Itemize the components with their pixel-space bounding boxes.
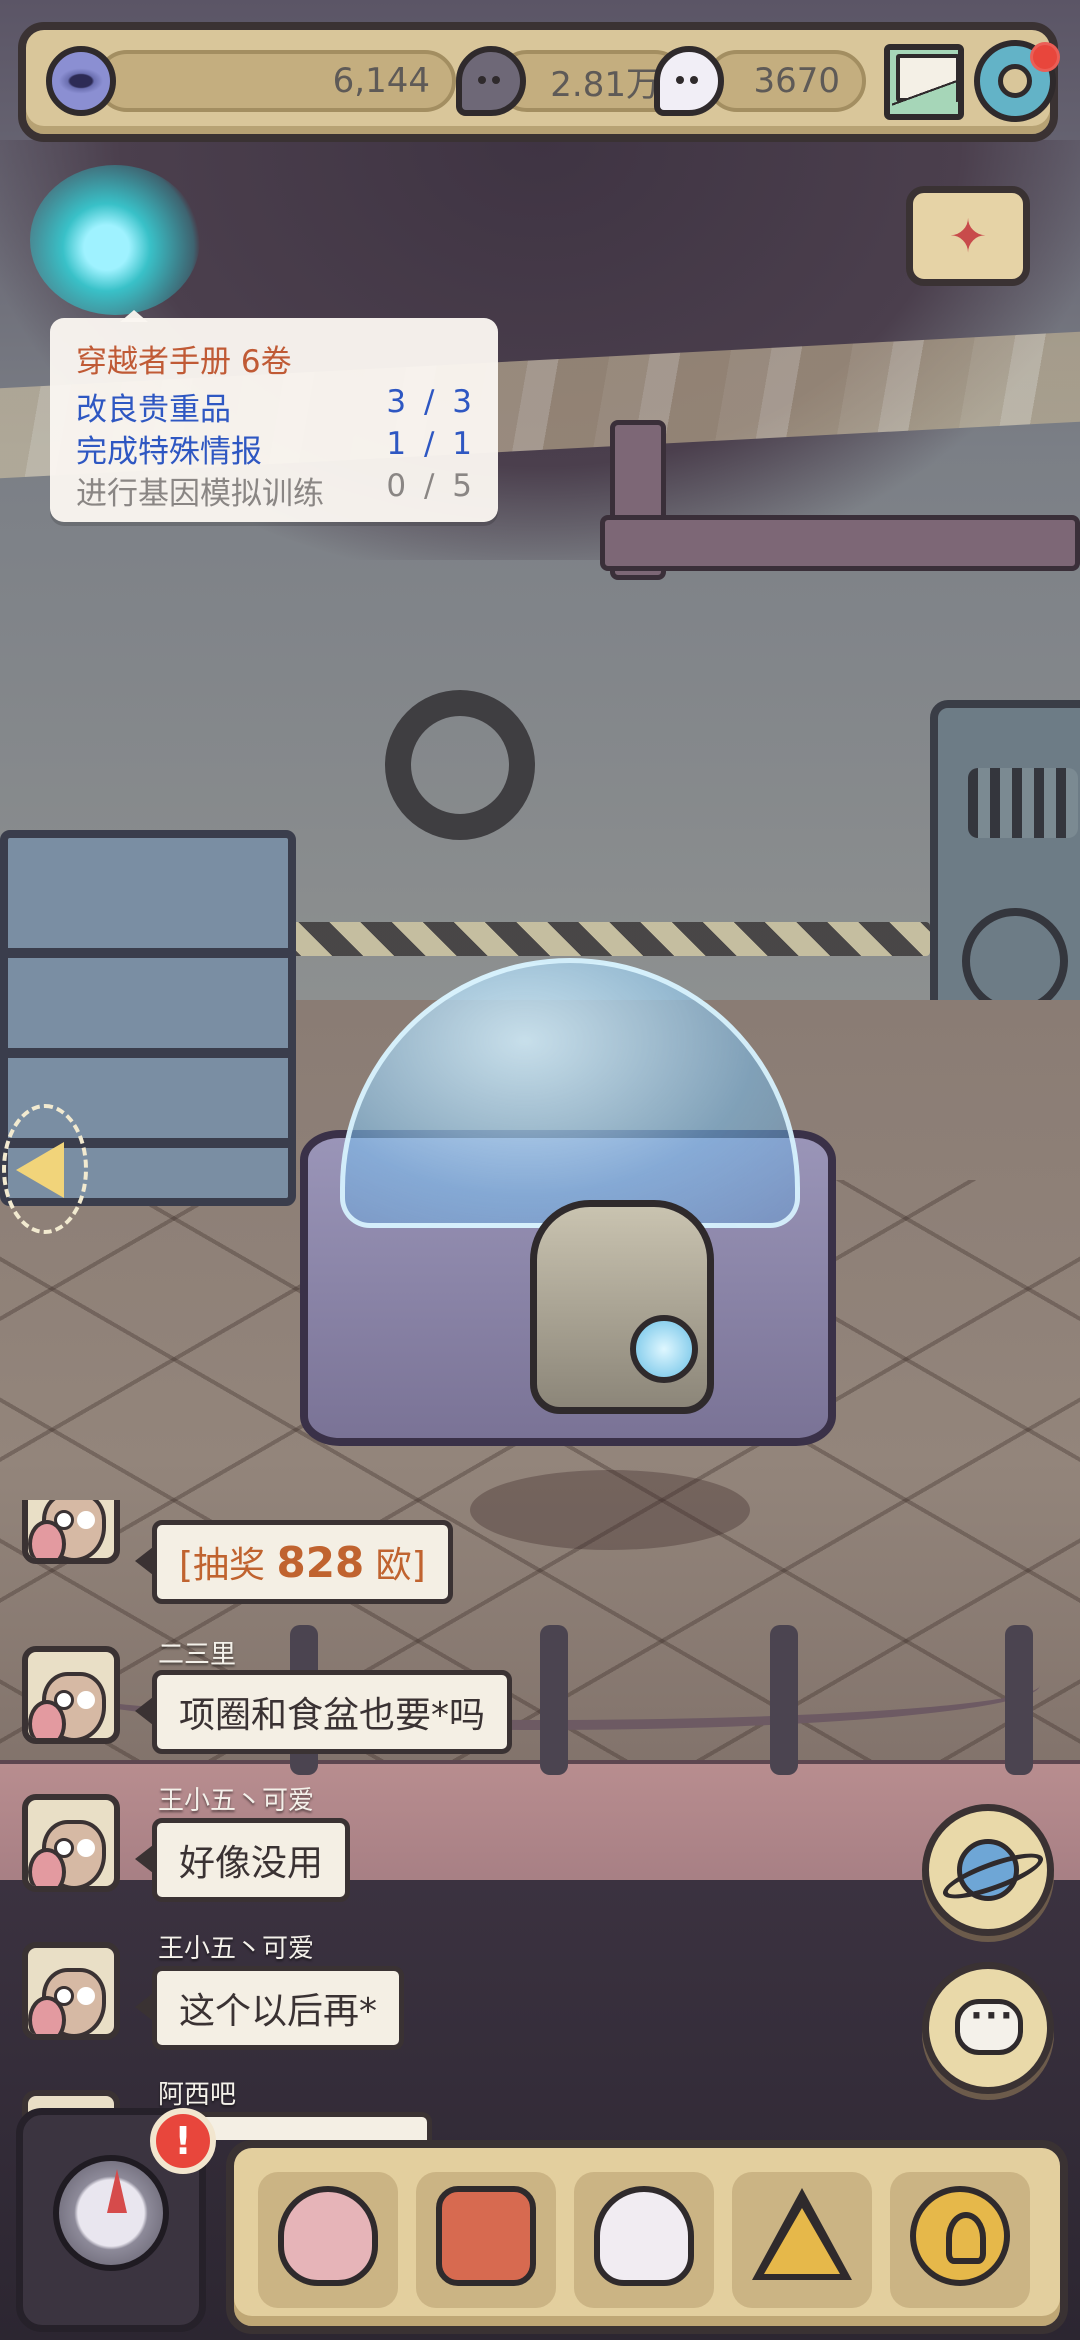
resource-bar: 6,144 2.81万 3670 xyxy=(18,22,1060,142)
pipe xyxy=(600,515,1080,571)
eye-icon xyxy=(46,46,116,116)
snail-icon xyxy=(278,2186,378,2286)
gear-icon[interactable] xyxy=(974,40,1060,122)
quest-task-progress: 3 / 3 xyxy=(386,384,476,420)
chat-text: 好像没用 xyxy=(179,1843,324,1884)
light-bubble-icon xyxy=(654,46,724,116)
eye-currency-pill[interactable]: 6,144 xyxy=(96,50,456,112)
alert-badge: ! xyxy=(150,2108,216,2174)
quest-task: 完成特殊情报 1 / 1 xyxy=(76,426,476,471)
hanging-tire xyxy=(385,690,535,840)
chat-bubble: 这个以后再* xyxy=(134,1966,405,2050)
quest-task: 改良贵重品 3 / 3 xyxy=(76,384,476,429)
quest-title: 穿越者手册 6卷 xyxy=(76,344,292,380)
guide-ghost-icon[interactable] xyxy=(30,165,200,315)
quest-task-progress: 1 / 1 xyxy=(386,426,476,462)
chat-username: 王小五丶可爱 xyxy=(158,1934,315,1964)
quest-tracker[interactable]: 穿越者手册 6卷 改良贵重品 3 / 3 完成特殊情报 1 / 1 进行基因模拟… xyxy=(50,310,498,522)
shelf-board xyxy=(8,1048,288,1058)
chat-currency-value: 3670 xyxy=(753,61,840,101)
compass-icon xyxy=(53,2155,169,2271)
party-popper-icon[interactable]: ✦ xyxy=(906,186,1030,286)
dock-snail-button[interactable] xyxy=(258,2172,398,2308)
lottery-text: [抽奖 828 欧] xyxy=(179,1538,426,1587)
robot-eye xyxy=(630,1315,698,1383)
robot-character[interactable] xyxy=(530,1200,714,1414)
avatar[interactable] xyxy=(22,1500,120,1564)
bubble-currency-value: 2.81万 xyxy=(550,64,660,105)
planet-icon xyxy=(957,1839,1019,1901)
bottom-dock xyxy=(226,2140,1068,2334)
avatar[interactable] xyxy=(22,1646,120,1744)
chat-username: 阿西吧 xyxy=(158,2080,237,2110)
shell-icon xyxy=(28,1996,66,2034)
chat-text: 项圈和食盆也要*吗 xyxy=(179,1695,486,1736)
shell-icon xyxy=(28,1520,66,1558)
quest-task-label: 进行基因模拟训练 xyxy=(76,476,324,512)
coin-key-icon xyxy=(910,2186,1010,2286)
scroll-left-arrow-icon[interactable] xyxy=(2,1104,88,1234)
avatar[interactable] xyxy=(22,1942,120,2040)
door-wheel xyxy=(962,908,1068,1014)
quest-task-progress: 0 / 5 xyxy=(386,468,476,504)
chat-bubble: 项圈和食盆也要*吗 xyxy=(134,1670,513,1754)
chat-username: 王小五丶可爱 xyxy=(158,1786,315,1816)
eye-currency-value: 6,144 xyxy=(332,61,430,101)
chat-bubble: [抽奖 828 欧] xyxy=(135,1520,453,1604)
dock-backpack-button[interactable] xyxy=(416,2172,556,2308)
dark-bubble-icon xyxy=(456,46,526,116)
quest-task-label: 完成特殊情报 xyxy=(76,434,262,470)
barrier-post xyxy=(1005,1625,1033,1775)
backpack-icon xyxy=(436,2186,536,2286)
quest-task: 进行基因模拟训练 0 / 5 xyxy=(76,468,476,513)
hazard-stripes xyxy=(270,922,930,956)
door-vent xyxy=(968,768,1078,838)
notification-dot xyxy=(1030,42,1060,72)
avatar[interactable] xyxy=(22,1794,120,1892)
world-chat-feed[interactable]: [抽奖 828 欧] 二三里 项圈和食盆也要*吗 王小五丶可爱 好像没用 王小五… xyxy=(0,1500,560,2140)
quest-task-label: 改良贵重品 xyxy=(76,392,231,428)
chat-currency-pill[interactable]: 3670 xyxy=(706,50,866,112)
planet-button[interactable] xyxy=(922,1804,1054,1936)
shell-icon xyxy=(28,1848,66,1886)
dock-pyramid-button[interactable] xyxy=(732,2172,872,2308)
pyramid-eye-icon xyxy=(752,2186,852,2286)
chat-text: 这个以后再* xyxy=(179,1991,378,2032)
mail-icon[interactable] xyxy=(884,44,964,120)
barrier-post xyxy=(770,1625,798,1775)
chat-bubble: 好像没用 xyxy=(134,1818,351,1902)
dock-coin-button[interactable] xyxy=(890,2172,1030,2308)
bust-statue-icon xyxy=(594,2186,694,2286)
shell-icon xyxy=(28,1700,66,1738)
chat-bubble-icon xyxy=(955,1996,1023,2055)
chat-username: 二三里 xyxy=(158,1640,237,1670)
shelf-board xyxy=(8,948,288,958)
chat-button[interactable] xyxy=(922,1962,1054,2094)
dock-bust-button[interactable] xyxy=(574,2172,714,2308)
